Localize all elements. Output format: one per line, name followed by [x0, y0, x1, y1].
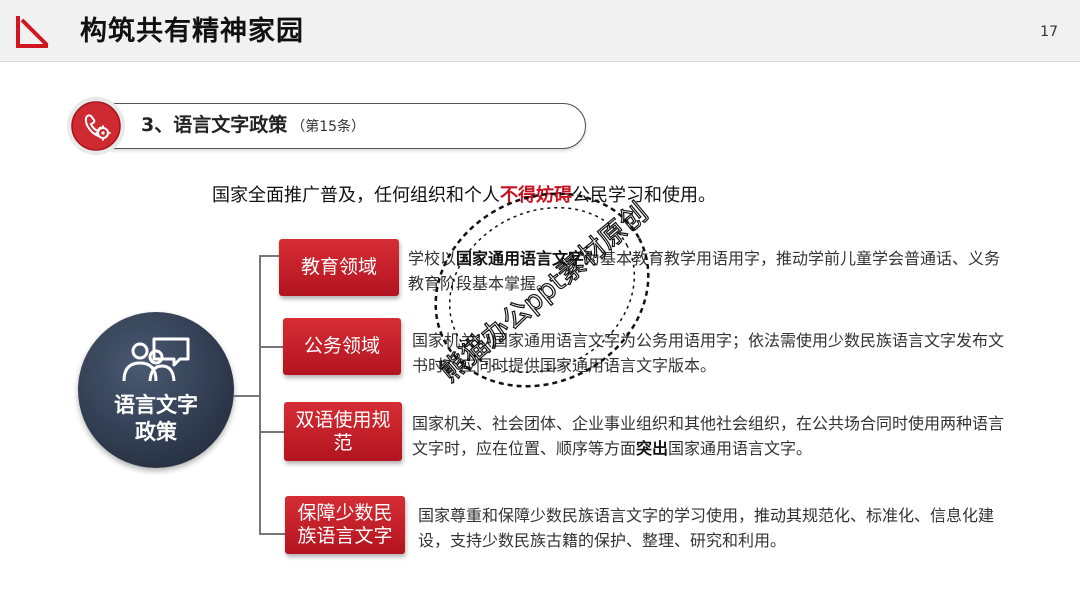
- desc-education: 学校以国家通用语言文字为基本教育教学用语用字，推动学前儿童学会普通话、义务教育阶…: [408, 246, 1013, 296]
- principle-text-before: 国家全面推广普及，任何组织和个人: [212, 185, 500, 206]
- desc-official-text: 国家机关以国家通用语言文字为公务用语用字；依法需使用少数民族语言文字发布文书时，…: [412, 331, 1005, 375]
- principle-text-after: 公民学习和使用。: [572, 185, 716, 206]
- connector-branch-2: [259, 346, 283, 348]
- category-bilingual: 双语使用规范: [284, 402, 402, 461]
- principle-emphasis: 不得妨碍: [500, 185, 572, 206]
- phone-gear-icon: [67, 97, 125, 155]
- page-title: 构筑共有精神家园: [80, 16, 304, 47]
- connector-branch-1: [259, 255, 279, 257]
- page-number: 17: [1040, 24, 1058, 40]
- connector-branch-4: [259, 533, 285, 535]
- desc-education-emphasis: 国家通用语言文字: [456, 249, 585, 268]
- connector-main: [234, 395, 260, 397]
- principle-statement: 国家全面推广普及，任何组织和个人不得妨碍公民学习和使用。: [212, 183, 716, 209]
- connector-trunk: [259, 255, 261, 535]
- section-subtitle: （第15条）: [291, 119, 366, 135]
- people-speech-icon: [122, 337, 190, 382]
- policy-circle-label: 语言文字政策: [114, 393, 198, 444]
- desc-bilingual: 国家机关、社会团体、企业事业组织和其他社会组织，在公共场合同时使用两种语言文字时…: [412, 411, 1010, 461]
- desc-education-part-1: 学校以: [408, 249, 457, 268]
- section-title-text: 3、语言文字政策: [141, 114, 288, 136]
- corner-arrow-icon: [16, 16, 49, 48]
- connector-branch-3: [259, 431, 284, 433]
- category-education: 教育领域: [279, 239, 399, 296]
- header-bar: 构筑共有精神家园 17: [0, 0, 1080, 62]
- category-official: 公务领域: [283, 318, 401, 375]
- desc-bilingual-emphasis: 突出: [636, 439, 669, 458]
- desc-minority: 国家尊重和保障少数民族语言文字的学习使用，推动其规范化、标准化、信息化建设，支持…: [418, 503, 1004, 553]
- section-title: 3、语言文字政策 （第15条）: [141, 112, 365, 140]
- desc-official: 国家机关以国家通用语言文字为公务用语用字；依法需使用少数民族语言文字发布文书时，…: [412, 328, 1017, 378]
- desc-minority-text: 国家尊重和保障少数民族语言文字的学习使用，推动其规范化、标准化、信息化建设，支持…: [418, 506, 995, 550]
- desc-bilingual-part-2: 国家通用语言文字。: [668, 439, 813, 458]
- category-minority: 保障少数民族语言文字: [285, 496, 405, 554]
